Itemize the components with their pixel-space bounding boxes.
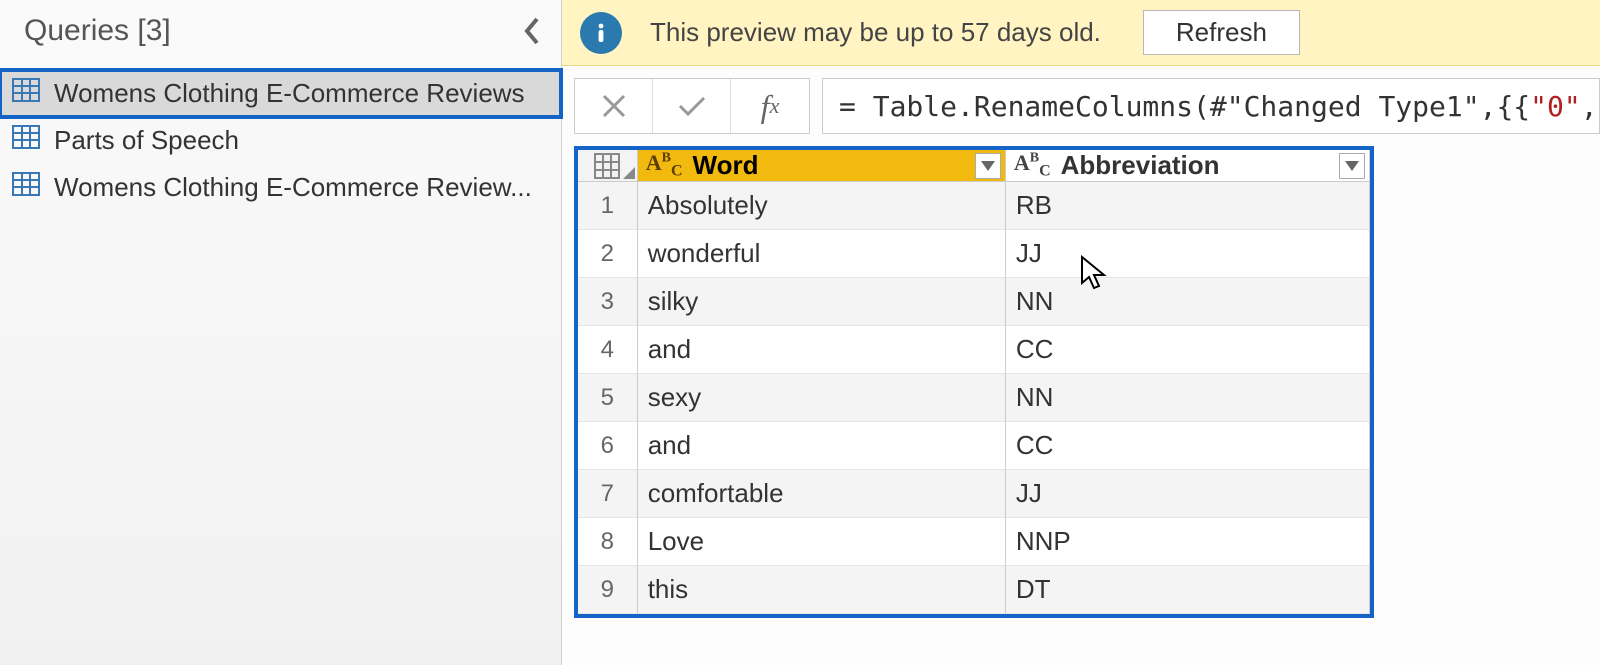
queries-header: Queries [3] bbox=[0, 0, 561, 70]
table-row[interactable]: 7comfortableJJ bbox=[578, 470, 1370, 518]
formula-bar: fx = Table.RenameColumns(#"Changed Type1… bbox=[562, 66, 1600, 146]
main-area: This preview may be up to 57 days old. R… bbox=[562, 0, 1600, 665]
query-item[interactable]: Parts of Speech bbox=[0, 117, 561, 164]
cell-abbreviation[interactable]: NN bbox=[1006, 374, 1370, 422]
cell-word[interactable]: and bbox=[638, 422, 1006, 470]
row-number: 1 bbox=[578, 182, 638, 230]
refresh-button[interactable]: Refresh bbox=[1143, 10, 1300, 55]
cancel-formula-button[interactable] bbox=[575, 79, 653, 133]
cell-abbreviation[interactable]: DT bbox=[1006, 566, 1370, 614]
row-number: 4 bbox=[578, 326, 638, 374]
queries-title: Queries [3] bbox=[24, 14, 171, 48]
cell-word[interactable]: wonderful bbox=[638, 230, 1006, 278]
cell-word[interactable]: comfortable bbox=[638, 470, 1006, 518]
table-body: 1AbsolutelyRB2wonderfulJJ3silkyNN4andCC5… bbox=[578, 182, 1370, 614]
table-row[interactable]: 1AbsolutelyRB bbox=[578, 182, 1370, 230]
row-number: 6 bbox=[578, 422, 638, 470]
queries-panel: Queries [3] Womens Clothing E-Commerce R… bbox=[0, 0, 562, 665]
fx-icon[interactable]: fx bbox=[731, 79, 809, 133]
formula-input[interactable]: = Table.RenameColumns(#"Changed Type1",{… bbox=[822, 78, 1600, 134]
table-header-row: ABC Word ABC Abbreviation bbox=[578, 150, 1370, 182]
table-row[interactable]: 4andCC bbox=[578, 326, 1370, 374]
preview-table: ABCWordABCAbbreviation 1AbsolutelyRB2won… bbox=[562, 146, 1600, 665]
cell-word[interactable]: Absolutely bbox=[638, 182, 1006, 230]
stale-preview-bar: This preview may be up to 57 days old. R… bbox=[562, 0, 1600, 66]
row-number: 9 bbox=[578, 566, 638, 614]
cell-word[interactable]: this bbox=[638, 566, 1006, 614]
select-all-table-button[interactable] bbox=[578, 150, 638, 182]
table-row[interactable]: 8LoveNNP bbox=[578, 518, 1370, 566]
collapse-sidebar-button[interactable] bbox=[523, 15, 543, 47]
query-item[interactable]: Womens Clothing E-Commerce Review... bbox=[0, 164, 561, 211]
table-row[interactable]: 6andCC bbox=[578, 422, 1370, 470]
query-item-label: Womens Clothing E-Commerce Reviews bbox=[54, 78, 549, 109]
text-type-icon: ABC bbox=[1014, 150, 1051, 180]
column-name: Word bbox=[693, 150, 759, 181]
info-icon bbox=[580, 12, 622, 54]
cell-abbreviation[interactable]: NN bbox=[1006, 278, 1370, 326]
cell-word[interactable]: sexy bbox=[638, 374, 1006, 422]
formula-text-suffix: , " bbox=[1581, 90, 1600, 123]
cell-word[interactable]: Love bbox=[638, 518, 1006, 566]
query-list: Womens Clothing E-Commerce Reviews Parts … bbox=[0, 70, 561, 211]
query-item-label: Parts of Speech bbox=[54, 125, 549, 156]
table-icon bbox=[12, 172, 40, 203]
table-row[interactable]: 3silkyNN bbox=[578, 278, 1370, 326]
cell-abbreviation[interactable]: RB bbox=[1006, 182, 1370, 230]
text-type-icon: ABC bbox=[646, 150, 683, 180]
cell-abbreviation[interactable]: CC bbox=[1006, 326, 1370, 374]
column-header[interactable]: ABC Word bbox=[638, 150, 1006, 182]
row-number: 3 bbox=[578, 278, 638, 326]
commit-formula-button[interactable] bbox=[653, 79, 731, 133]
table-row[interactable]: 9thisDT bbox=[578, 566, 1370, 614]
table-row[interactable]: 5sexyNN bbox=[578, 374, 1370, 422]
cell-word[interactable]: silky bbox=[638, 278, 1006, 326]
stale-preview-text: This preview may be up to 57 days old. bbox=[650, 17, 1101, 48]
formula-text-string: "0" bbox=[1530, 90, 1581, 123]
cell-abbreviation[interactable]: JJ bbox=[1006, 470, 1370, 518]
table-icon bbox=[12, 78, 40, 109]
row-number: 8 bbox=[578, 518, 638, 566]
table-icon bbox=[12, 125, 40, 156]
query-item-label: Womens Clothing E-Commerce Review... bbox=[54, 172, 549, 203]
cell-abbreviation[interactable]: JJ bbox=[1006, 230, 1370, 278]
cell-abbreviation[interactable]: NNP bbox=[1006, 518, 1370, 566]
row-number: 5 bbox=[578, 374, 638, 422]
cell-word[interactable]: and bbox=[638, 326, 1006, 374]
column-name: Abbreviation bbox=[1061, 150, 1220, 181]
column-header[interactable]: ABC Abbreviation bbox=[1006, 150, 1370, 182]
row-number: 2 bbox=[578, 230, 638, 278]
column-filter-button[interactable] bbox=[1339, 153, 1365, 179]
cell-abbreviation[interactable]: CC bbox=[1006, 422, 1370, 470]
query-item[interactable]: Womens Clothing E-Commerce Reviews bbox=[0, 70, 561, 117]
column-filter-button[interactable] bbox=[975, 153, 1001, 179]
formula-text-prefix: = Table.RenameColumns(#"Changed Type1",{… bbox=[839, 90, 1530, 123]
formula-controls: fx bbox=[574, 78, 810, 134]
table-row[interactable]: 2wonderfulJJ bbox=[578, 230, 1370, 278]
row-number: 7 bbox=[578, 470, 638, 518]
